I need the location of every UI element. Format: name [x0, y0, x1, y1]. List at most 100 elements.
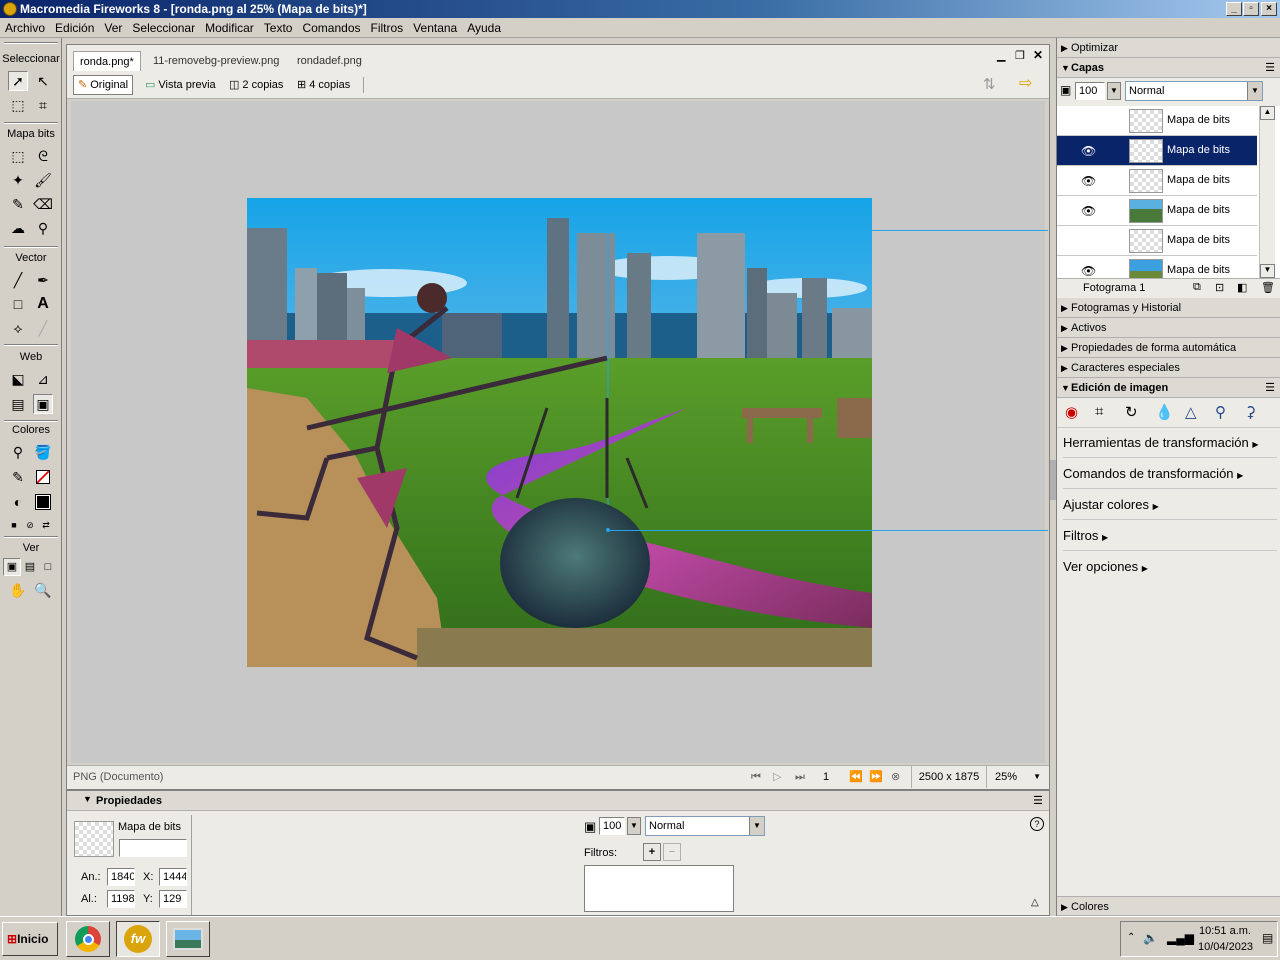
hotspot-tool-icon[interactable]: ⬕ [8, 369, 28, 389]
layer-row[interactable]: Mapa de bits [1057, 226, 1257, 256]
paint-bucket-icon[interactable]: 🪣 [33, 442, 53, 462]
object-name-input[interactable] [119, 839, 187, 857]
start-button[interactable]: ⊞Inicio [2, 922, 58, 956]
doc-minimize-icon[interactable]: ▁ [997, 49, 1005, 62]
hide-slices-icon[interactable]: ▤ [8, 394, 28, 414]
current-frame-label[interactable]: Fotograma 1 [1083, 282, 1145, 294]
new-sub-layer-icon[interactable]: ⧉ [1193, 281, 1201, 294]
menu-comandos[interactable]: Comandos [297, 18, 365, 38]
opacity-field[interactable]: 100 [599, 817, 625, 835]
stroke-color-pencil-icon[interactable]: ✎ [8, 467, 28, 487]
clock-date[interactable]: 10/04/2023 [1198, 941, 1253, 953]
burn-icon[interactable]: ⚳ [1245, 403, 1256, 421]
add-mask-icon[interactable]: ◧ [1237, 281, 1247, 294]
text-tool-icon[interactable]: A [33, 294, 53, 314]
marquee-tool-icon[interactable]: ⬚ [8, 146, 28, 166]
notifications-icon[interactable]: ▤ [1262, 931, 1273, 945]
blend-mode-select[interactable]: Normal ▼ [645, 816, 765, 836]
rotate-icon[interactable]: ↻ [1125, 403, 1138, 421]
crop-icon[interactable]: ⌗ [1095, 403, 1103, 420]
view-2up-button[interactable]: ◫ 2 copias [225, 75, 287, 95]
panel-options-icon[interactable]: ☰ [1033, 794, 1043, 807]
layers-list[interactable]: Mapa de bits 👁 Mapa de bits 👁 Mapa de bits… [1057, 106, 1280, 278]
full-screen-icon[interactable]: □ [39, 558, 57, 576]
panel-special-chars[interactable]: ▶ Caracteres especiales [1057, 358, 1280, 378]
zoom-tool-icon[interactable]: 🔍 [33, 580, 53, 600]
menu-ventana[interactable]: Ventana [408, 18, 462, 38]
menu-seleccionar[interactable]: Seleccionar [127, 18, 200, 38]
doc-restore-icon[interactable]: ❐ [1015, 49, 1025, 62]
blur-tool-icon[interactable]: ☁ [8, 218, 28, 238]
filters-list[interactable] [584, 865, 734, 912]
tab-ronda[interactable]: ronda.png* [73, 51, 141, 71]
last-frame-icon[interactable]: ⏭ [795, 766, 805, 788]
menu-ayuda[interactable]: Ayuda [462, 18, 506, 38]
document-size[interactable]: 2500 x 1875 [911, 766, 987, 788]
volume-icon[interactable]: 🔈 [1143, 931, 1158, 945]
tab-removebg-preview[interactable]: 11-removebg-preview.png [147, 51, 285, 71]
layer-row[interactable]: 👁 Mapa de bits [1057, 166, 1257, 196]
panel-frames-history[interactable]: ▶ Fotogramas y Historial [1057, 298, 1280, 318]
link-transform-tools[interactable]: Herramientas de transformación ▶ [1063, 428, 1277, 458]
zoom-select[interactable]: 25% ▼ [989, 766, 1045, 788]
fill-bucket-icon[interactable]: ◐ [8, 492, 28, 512]
slice-tool-icon[interactable]: ⊿ [33, 369, 53, 389]
eye-icon[interactable]: 👁 [1081, 264, 1096, 278]
add-filter-button[interactable]: + [643, 843, 661, 861]
view-preview-button[interactable]: ▭ Vista previa [141, 75, 220, 95]
show-slices-icon[interactable]: ▣ [33, 394, 53, 414]
menu-texto[interactable]: Texto [259, 18, 298, 38]
scroll-up-arrow[interactable]: ▲ [1260, 106, 1275, 120]
view-original-button[interactable]: ✎ Original [73, 75, 134, 95]
brush-tool-icon[interactable]: 🖌 [33, 170, 53, 190]
subselect-tool-icon[interactable]: ↖ [33, 71, 53, 91]
play-icon[interactable]: ▷ [773, 766, 781, 788]
pencil-tool-icon[interactable]: ✎ [8, 194, 28, 214]
y-field[interactable]: 129 [159, 890, 187, 908]
crop-tool-icon[interactable]: ⌗ [33, 95, 53, 115]
scroll-down-arrow[interactable]: ▼ [1260, 264, 1275, 278]
trash-icon[interactable]: 🗑 [1261, 281, 1275, 294]
link-adjust-colors[interactable]: Ajustar colores ▶ [1063, 490, 1277, 520]
eyedropper-icon[interactable]: ⚲ [8, 442, 28, 462]
close-button[interactable]: × [1261, 2, 1277, 16]
eraser-tool-icon[interactable]: ⌫ [33, 194, 53, 214]
stroke-color-swatch[interactable] [33, 467, 53, 487]
view-4up-button[interactable]: ⊞ 4 copias [293, 75, 354, 95]
help-icon[interactable]: ? [1030, 817, 1044, 831]
hand-tool-icon[interactable]: ✋ [8, 580, 28, 600]
freeform-tool-icon[interactable]: ⟡ [8, 318, 28, 338]
quick-export-icon[interactable]: ⇅ [983, 75, 996, 93]
rectangle-tool-icon[interactable]: □ [8, 294, 28, 314]
menu-modificar[interactable]: Modificar [200, 18, 259, 38]
knife-tool-icon[interactable]: ╱ [33, 318, 53, 338]
layers-scrollbar[interactable]: ▲ ▼ [1259, 106, 1275, 278]
standard-screen-icon[interactable]: ▣ [3, 558, 21, 576]
height-field[interactable]: 1198 [107, 890, 135, 908]
panel-splitter[interactable] [1050, 460, 1056, 500]
layer-row[interactable]: Mapa de bits [1057, 106, 1257, 136]
menu-archivo[interactable]: Archivo [0, 18, 50, 38]
taskbar-image-viewer[interactable] [166, 921, 210, 957]
menu-filtros[interactable]: Filtros [366, 18, 409, 38]
swap-colors-icon[interactable]: ⇄ [36, 515, 56, 535]
launch-bridge-icon[interactable]: ⇨ [1019, 73, 1032, 93]
sharpen-icon[interactable]: △ [1185, 403, 1197, 421]
pointer-tool-icon[interactable]: ➚ [8, 71, 28, 91]
magic-wand-icon[interactable]: ✦ [8, 170, 28, 190]
panel-optimize[interactable]: ▶ Optimizar [1057, 38, 1280, 58]
taskbar-fireworks[interactable]: fw [116, 921, 160, 957]
line-tool-icon[interactable]: ╱ [8, 270, 28, 290]
collapse-icon[interactable]: △ [1031, 897, 1039, 908]
minimize-button[interactable]: _ [1226, 2, 1242, 16]
link-transform-commands[interactable]: Comandos de transformación ▶ [1063, 459, 1277, 489]
canvas-image[interactable] [247, 198, 872, 667]
next-frame-icon[interactable]: ⏩ [869, 766, 883, 788]
panel-autoshape[interactable]: ▶ Propiedades de forma automática [1057, 338, 1280, 358]
layer-blend-select[interactable]: Normal ▼ [1125, 81, 1263, 101]
full-screen-menus-icon[interactable]: ▤ [21, 558, 39, 576]
stop-icon[interactable]: ⊗ [891, 766, 900, 788]
eye-icon[interactable]: 👁 [1081, 204, 1096, 218]
layer-row[interactable]: 👁 Mapa de bits [1057, 196, 1257, 226]
fill-color-swatch[interactable] [33, 492, 53, 512]
